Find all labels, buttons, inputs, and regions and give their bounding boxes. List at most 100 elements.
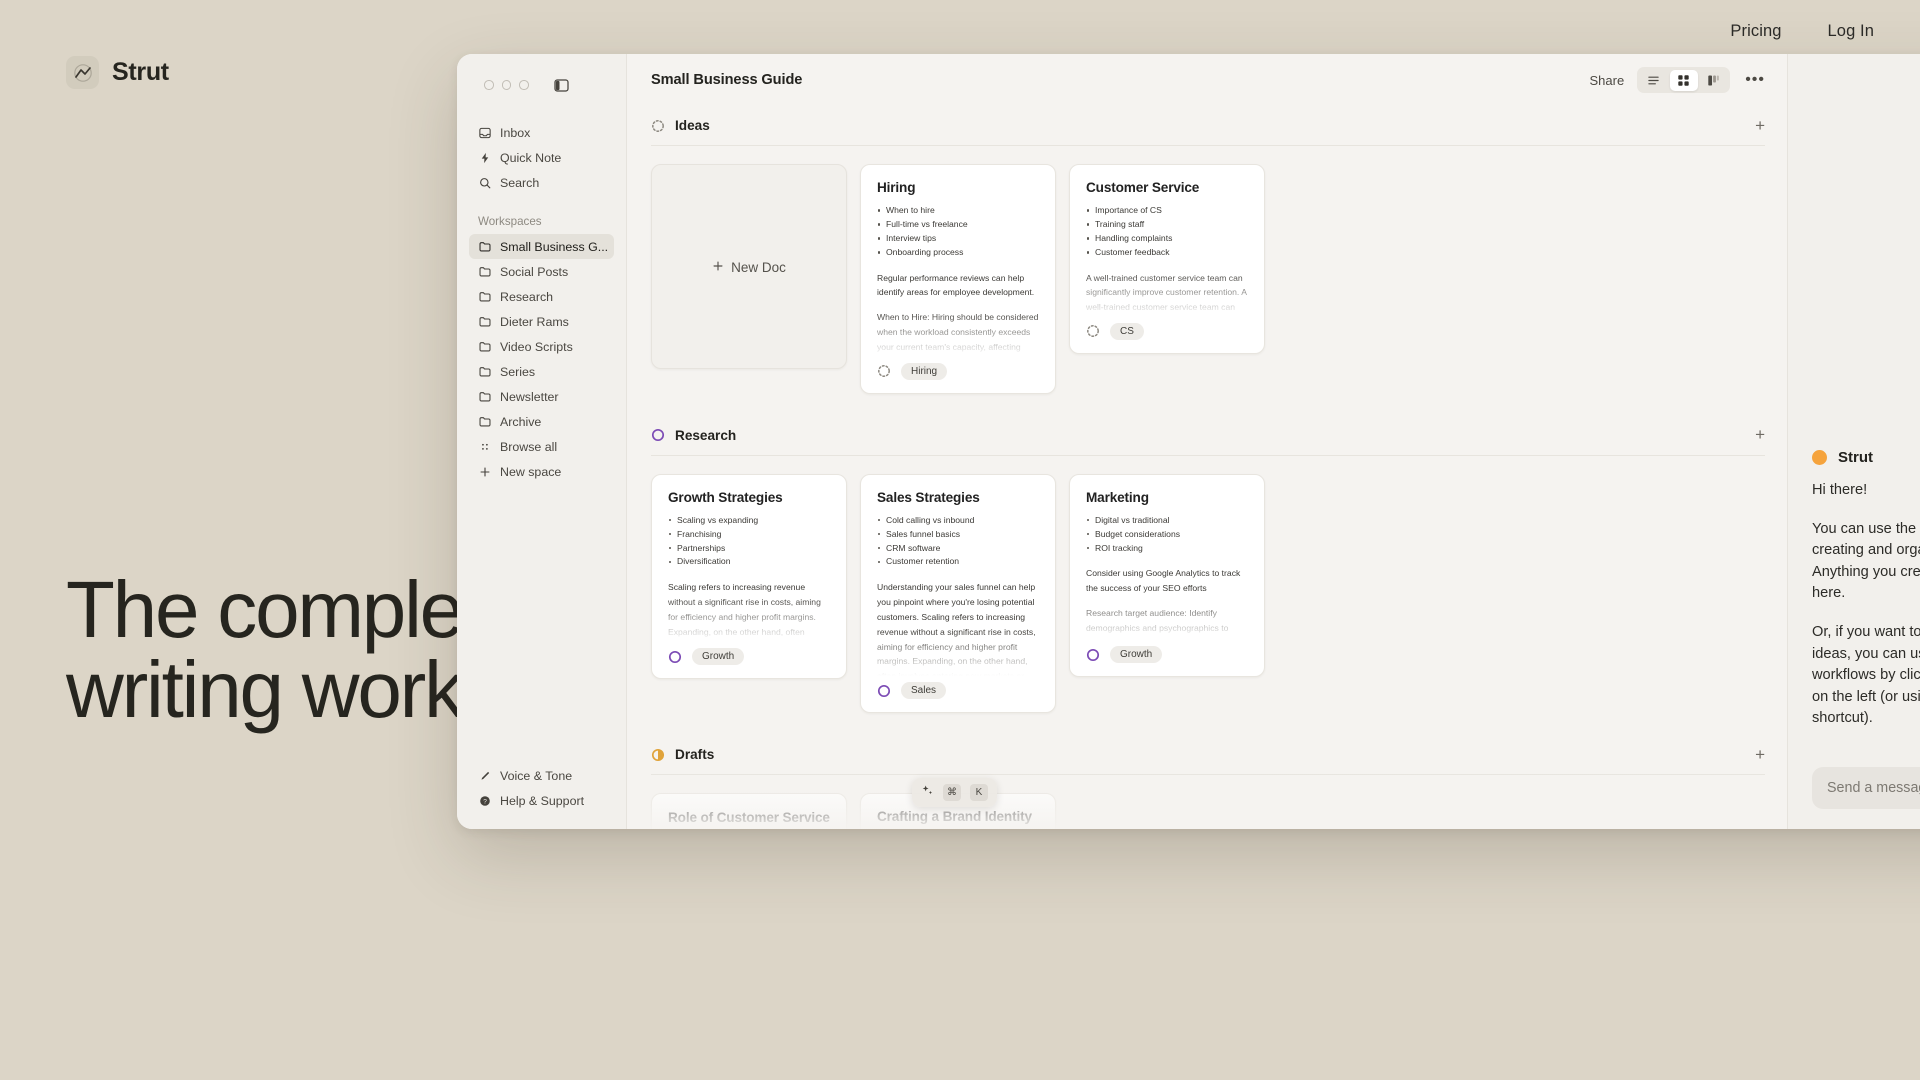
add-card-button-research[interactable]: + <box>1755 425 1765 445</box>
sidebar-item-help-and-support[interactable]: ? Help & Support <box>469 788 614 813</box>
status-badge[interactable]: Growth <box>1110 646 1163 664</box>
toggle-sidebar-icon[interactable] <box>553 78 569 92</box>
doc-card-customer-retention[interactable]: Role of Customer Service in Customer Ret… <box>651 793 847 829</box>
grid-view-icon[interactable] <box>1669 69 1698 91</box>
sidebar-item-label: Browse all <box>500 439 558 454</box>
sidebar-item-social-posts[interactable]: Social Posts <box>469 259 614 284</box>
list-item: Handling complaints <box>1086 232 1248 246</box>
app-window-screenshot: Inbox Quick Note Search Workspaces Small… <box>457 54 1920 829</box>
sidebar-item-browse-all[interactable]: Browse all <box>469 434 614 459</box>
sparkle-icon <box>921 784 934 802</box>
folder-icon <box>478 340 491 353</box>
sidebar-item-small-business-guide[interactable]: Small Business G... <box>469 234 614 259</box>
sidebar-item-label: New space <box>500 464 562 479</box>
sidebar-item-voice-and-tone[interactable]: Voice & Tone <box>469 763 614 788</box>
list-item: Training staff <box>1086 218 1248 232</box>
plus-icon <box>478 465 491 478</box>
section-header-ideas: Ideas + <box>651 106 1765 146</box>
circle-outline-icon <box>1086 648 1100 662</box>
card-footer: Growth <box>1086 646 1248 664</box>
pencil-icon <box>478 769 491 782</box>
list-item: Cold calling vs inbound <box>877 514 1039 528</box>
card-body-text: Scaling refers to increasing revenue wit… <box>668 580 830 643</box>
sidebar-item-series[interactable]: Series <box>469 359 614 384</box>
card-paragraph: Regular performance reviews can help ide… <box>877 272 1035 298</box>
sidebar-item-search[interactable]: Search <box>469 170 614 195</box>
k-key: K <box>970 784 988 801</box>
sidebar-item-label: Search <box>500 175 540 190</box>
status-badge[interactable]: Hiring <box>901 362 948 380</box>
status-badge[interactable]: Sales <box>901 682 947 700</box>
list-item: Interview tips <box>877 232 1039 246</box>
card-paragraph: Scaling refers to increasing revenue wit… <box>668 582 822 642</box>
sidebar-item-label: Research <box>500 289 554 304</box>
board-view-icon[interactable] <box>1700 70 1728 91</box>
folder-icon <box>478 240 491 253</box>
chat-author: Strut <box>1812 449 1920 466</box>
top-navigation: Pricing Log In <box>0 0 1920 62</box>
sidebar-item-quick-note[interactable]: Quick Note <box>469 145 614 170</box>
card-title: Growth Strategies <box>668 489 783 505</box>
sidebar-item-new-space[interactable]: New space <box>469 459 614 484</box>
card-title: Sales Strategies <box>877 489 980 505</box>
chat-conversation: Strut Hi there! You can use the left wor… <box>1812 449 1920 747</box>
sidebar-item-video-scripts[interactable]: Video Scripts <box>469 334 614 359</box>
card-body-text: A well-trained customer service team can… <box>1086 270 1248 317</box>
card-paragraph: When to Hire: Hiring should be considere… <box>877 312 1039 356</box>
sections-board: Ideas + New Doc Hiring When to hire Full… <box>627 106 1787 829</box>
doc-card-hiring[interactable]: Hiring When to hire Full-time vs freelan… <box>860 164 1056 394</box>
card-bullet-list: When to hire Full-time vs freelance Inte… <box>877 204 1039 260</box>
nav-link-login[interactable]: Log In <box>1828 22 1874 41</box>
share-button[interactable]: Share <box>1589 73 1624 88</box>
app-sidebar: Inbox Quick Note Search Workspaces Small… <box>457 54 627 829</box>
brand-logo[interactable]: Strut <box>66 56 169 89</box>
doc-card-sales-strategies[interactable]: Sales Strategies Cold calling vs inbound… <box>860 473 1056 714</box>
doc-card-marketing[interactable]: Marketing Digital vs traditional Budget … <box>1069 473 1265 678</box>
list-item: Customer feedback <box>1086 246 1248 260</box>
section-title: Research <box>675 427 737 443</box>
card-paragraph: Research target audience: Identify demog… <box>1086 608 1229 640</box>
list-view-icon[interactable] <box>1640 70 1668 91</box>
doc-card-customer-service[interactable]: Customer Service Importance of CS Traini… <box>1069 164 1265 354</box>
doc-card-growth-strategies[interactable]: Growth Strategies Scaling vs expanding F… <box>651 473 847 680</box>
list-item: Full-time vs freelance <box>877 218 1039 232</box>
section-title: Ideas <box>675 118 710 133</box>
sidebar-item-label: Small Business G... <box>500 239 609 254</box>
nav-link-pricing[interactable]: Pricing <box>1730 22 1781 41</box>
status-badge[interactable]: Growth <box>692 648 745 666</box>
card-paragraph: Consider using Google Analytics to track… <box>1086 568 1241 594</box>
sidebar-item-inbox[interactable]: Inbox <box>469 120 614 145</box>
add-card-button-ideas[interactable]: + <box>1755 116 1765 136</box>
list-item: When to hire <box>877 204 1039 218</box>
sidebar-item-dieter-rams[interactable]: Dieter Rams <box>469 309 614 334</box>
cmd-key: ⌘ <box>943 784 961 801</box>
circle-outline-icon <box>668 650 682 664</box>
grid-dots-icon <box>478 440 491 453</box>
status-badge[interactable]: CS <box>1110 322 1144 340</box>
new-doc-card[interactable]: New Doc <box>651 164 847 369</box>
list-item: Diversification <box>668 555 830 569</box>
sidebar-item-label: Quick Note <box>500 150 562 165</box>
sidebar-item-label: Series <box>500 364 536 379</box>
sidebar-item-research[interactable]: Research <box>469 284 614 309</box>
window-close-button[interactable] <box>484 80 494 90</box>
chat-input-field[interactable]: Send a message about Marketing <box>1812 767 1920 809</box>
command-palette-shortcut[interactable]: ⌘ K <box>912 778 997 807</box>
sidebar-item-archive[interactable]: Archive <box>469 409 614 434</box>
window-maximize-button[interactable] <box>519 80 529 90</box>
folder-icon <box>478 365 491 378</box>
list-item: Franchising <box>668 528 830 542</box>
more-options-icon[interactable]: ••• <box>1743 71 1765 89</box>
sidebar-item-label: Archive <box>500 414 542 429</box>
folder-icon <box>478 290 491 303</box>
dotted-circle-icon <box>877 364 891 378</box>
add-card-button-drafts[interactable]: + <box>1755 745 1765 765</box>
window-minimize-button[interactable] <box>501 80 511 90</box>
dotted-circle-icon <box>1086 324 1100 338</box>
card-title: Crafting a Brand Identity <box>877 809 1032 825</box>
view-mode-toggle <box>1637 67 1731 93</box>
sidebar-item-newsletter[interactable]: Newsletter <box>469 384 614 409</box>
help-circle-icon: ? <box>478 794 491 807</box>
card-bullet-list: Cold calling vs inbound Sales funnel bas… <box>877 514 1039 570</box>
section-title: Drafts <box>675 747 715 763</box>
